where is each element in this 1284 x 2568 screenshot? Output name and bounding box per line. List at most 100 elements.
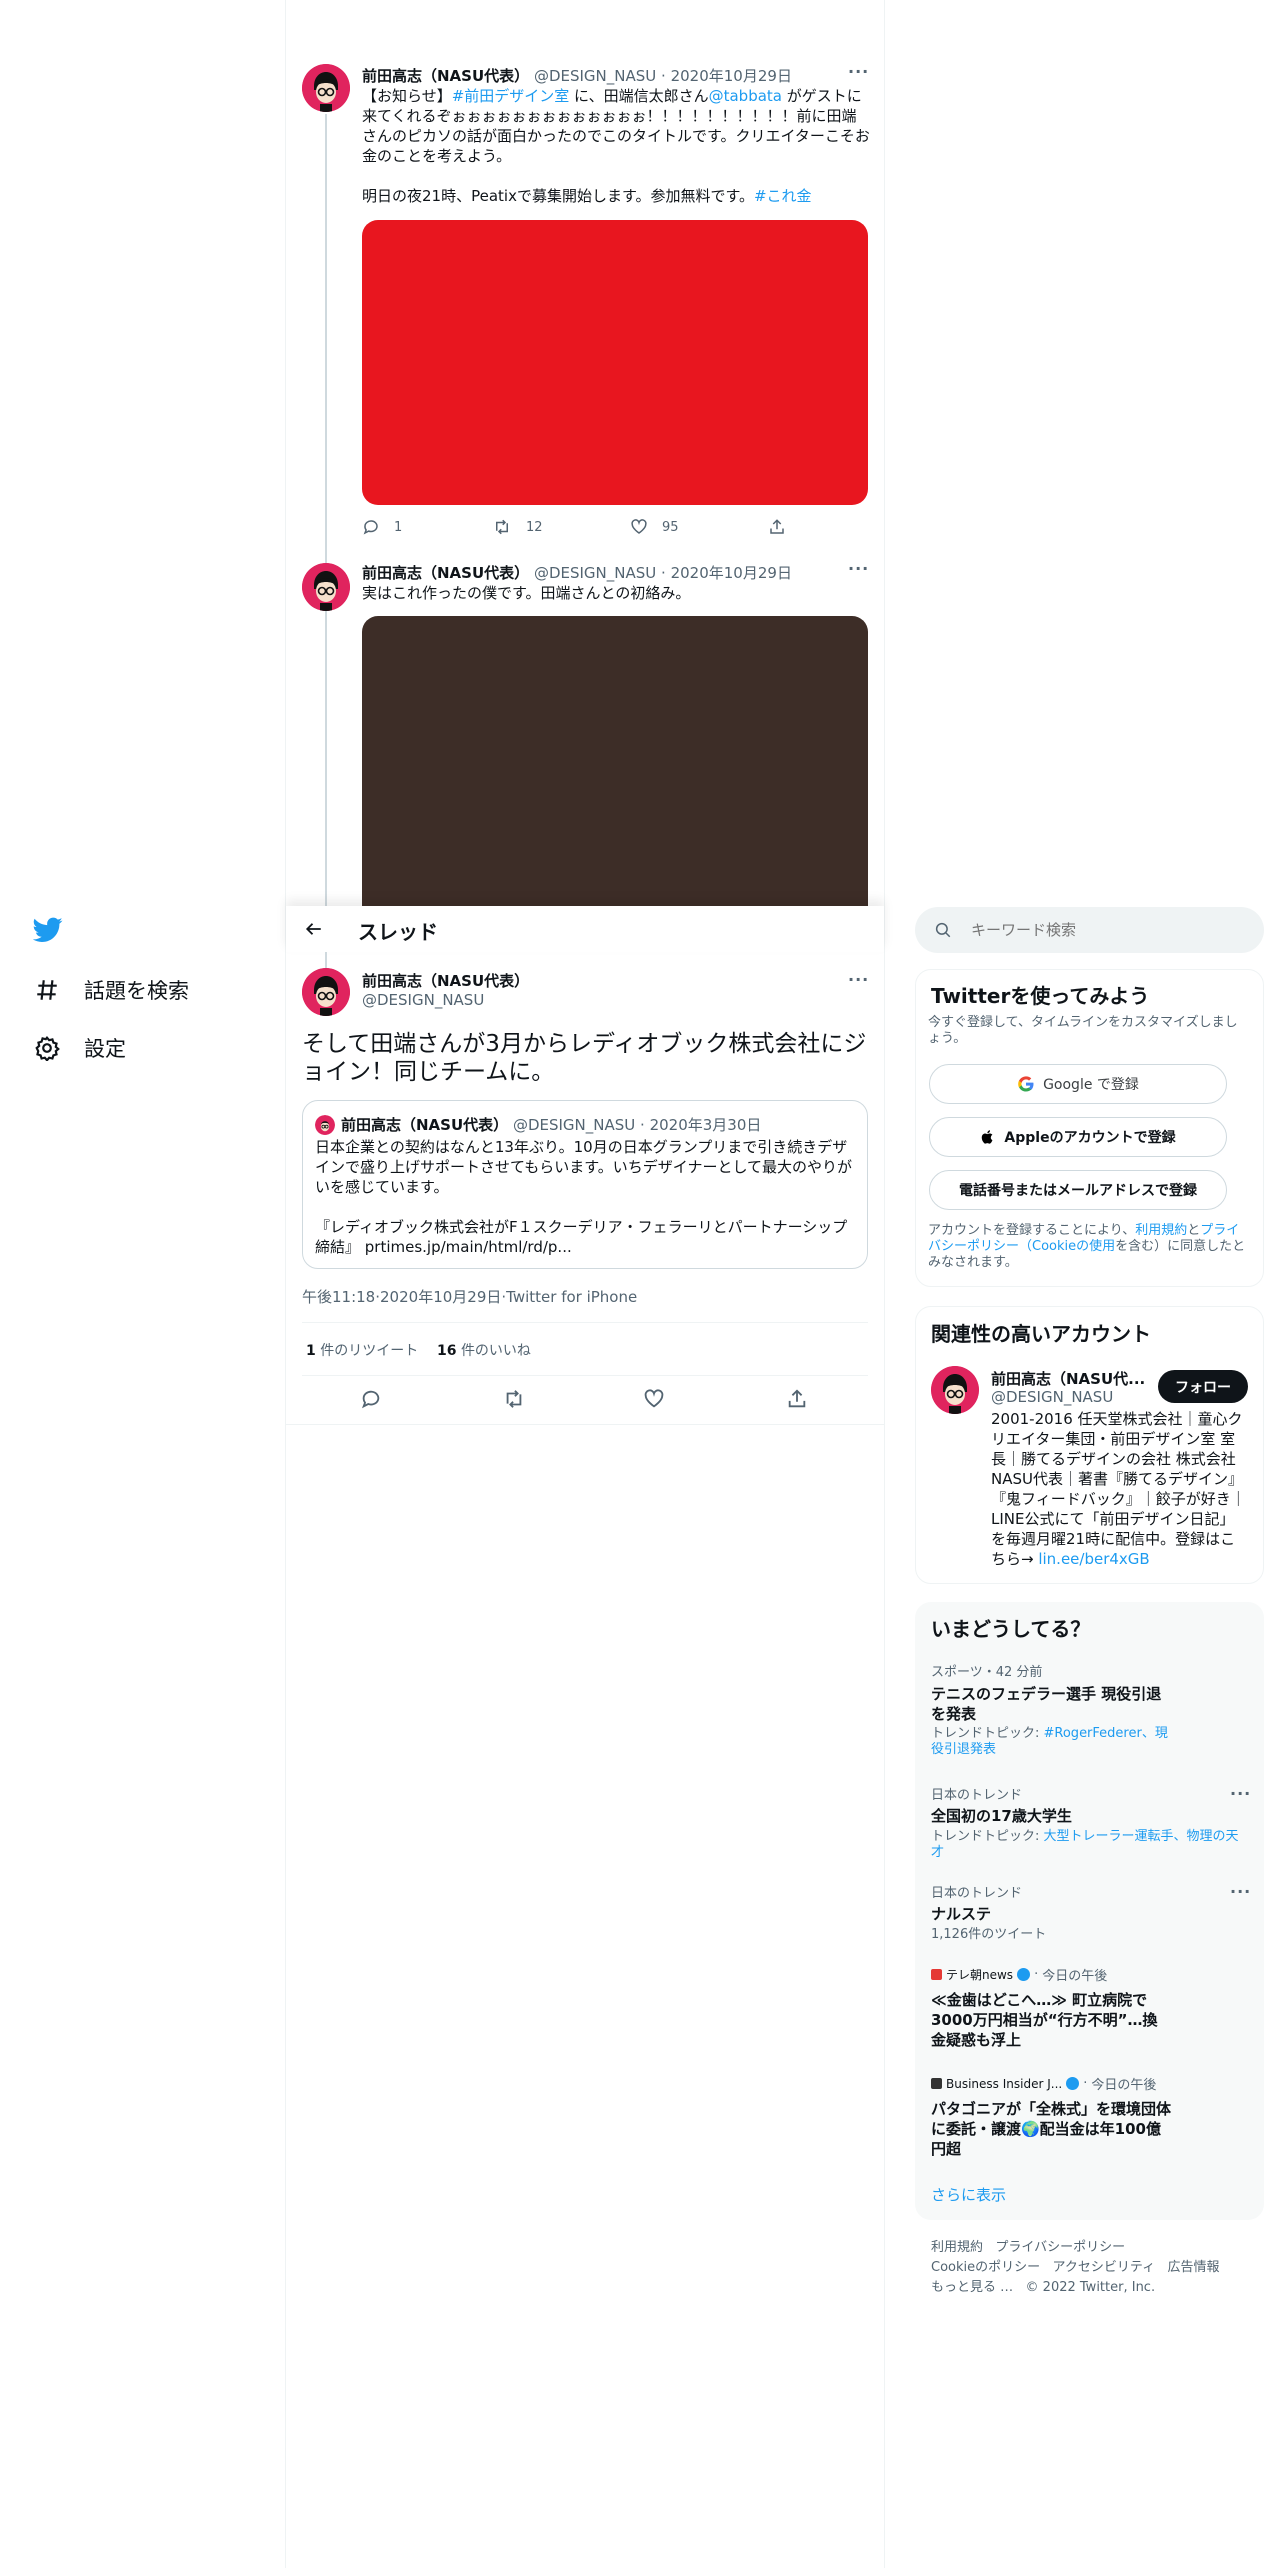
more-options-icon[interactable]: ···: [848, 970, 869, 989]
tweet-timestamp: 午後11:18·2020年10月29日·Twitter for iPhone: [302, 1288, 638, 1306]
tweet-image[interactable]: [362, 220, 868, 505]
hashtag-link[interactable]: #前田デザイン室: [452, 87, 570, 105]
retweet-icon: [502, 1388, 526, 1410]
trend-item[interactable]: 日本のトレンド ナルステ 1,126件のツイート: [931, 1882, 1191, 1943]
apple-signup-button[interactable]: Appleのアカウントで登録: [929, 1117, 1227, 1157]
footer-link[interactable]: 利用規約: [931, 2240, 983, 2255]
twitter-logo-icon[interactable]: [33, 917, 63, 943]
like-stat[interactable]: 16 件のいいね: [437, 1340, 531, 1360]
retweet-icon: [492, 518, 512, 536]
footer-link[interactable]: もっと見る …: [931, 2280, 1013, 2295]
divider: [286, 1424, 884, 1425]
news-source-logo: [931, 1969, 942, 1980]
signup-subtitle: 今すぐ登録して、タイムラインをカスタマイズしましょう。: [928, 1015, 1238, 1046]
main-tweet-text: そして田端さんが3月からレディオブック株式会社にジョイン！同じチームに。: [302, 1031, 867, 1085]
trends-title: いまどうしてる？: [931, 1617, 1091, 1641]
author-name[interactable]: 前田高志（NASU代表）: [362, 970, 529, 991]
copyright: © 2022 Twitter, Inc.: [1025, 2280, 1156, 2295]
thread-line: [325, 114, 327, 974]
account-handle[interactable]: @DESIGN_NASU: [991, 1388, 1113, 1406]
avatar[interactable]: [931, 1366, 979, 1414]
thread-header: スレッド: [286, 906, 884, 952]
retweet-count: 12: [526, 519, 543, 535]
follow-button[interactable]: フォロー: [1158, 1370, 1248, 1403]
bio-link[interactable]: lin.ee/ber4xGB: [1038, 1550, 1149, 1568]
tweet-header: 前田高志（NASU代表） @DESIGN_NASU · 2020年10月29日: [362, 67, 792, 85]
thread-line: [325, 952, 327, 968]
back-arrow-icon[interactable]: [304, 920, 324, 938]
avatar[interactable]: [302, 968, 350, 1016]
quoted-date: 2020年3月30日: [649, 1116, 762, 1134]
footer-link[interactable]: 広告情報: [1168, 2260, 1220, 2275]
nav-explore[interactable]: 話題を検索: [34, 975, 189, 1005]
avatar[interactable]: [302, 64, 350, 112]
share-icon: [786, 1388, 808, 1410]
footer-link[interactable]: アクセシビリティ: [1053, 2260, 1156, 2275]
show-more-link[interactable]: さらに表示: [931, 2184, 1006, 2205]
search-input[interactable]: [971, 917, 1241, 943]
share-button[interactable]: [768, 518, 786, 536]
more-options-icon[interactable]: ···: [848, 559, 869, 578]
gear-icon: [34, 1035, 60, 1061]
like-button[interactable]: [643, 1388, 665, 1410]
more-options-icon[interactable]: ···: [848, 62, 869, 81]
trend-item[interactable]: スポーツ・42 分前 テニスのフェデラー選手 現役引退を発表 トレンドトピック:…: [931, 1661, 1171, 1758]
tweet-text: 実はこれ作ったの僕です。田端さんとの初絡み。: [362, 584, 691, 602]
news-item[interactable]: テレ朝news · 今日の午後 ≪金歯はどこへ…≫ 町立病院で3000万円相当が“…: [931, 1965, 1171, 2050]
search-bar[interactable]: [915, 907, 1264, 953]
apple-icon: [980, 1128, 996, 1146]
divider: [302, 1322, 868, 1323]
terms-link[interactable]: 利用規約: [1135, 1223, 1187, 1238]
tweet-full-date[interactable]: 2020年10月29日: [380, 1288, 501, 1306]
author-name[interactable]: 前田高志（NASU代表）: [362, 564, 529, 582]
verified-icon: [1017, 1968, 1031, 1981]
avatar[interactable]: [302, 563, 350, 611]
reply-button[interactable]: [360, 1388, 382, 1410]
author-handle[interactable]: @DESIGN_NASU: [534, 564, 656, 582]
author-name[interactable]: 前田高志（NASU代表）: [362, 67, 529, 85]
like-button[interactable]: 95: [630, 518, 679, 536]
trend-item[interactable]: 日本のトレンド 全国初の17歳大学生 トレンドトピック: 大型トレーラー運転手、…: [931, 1784, 1243, 1861]
account-bio: 2001-2016 任天堂株式会社｜童心クリエイター集団・前田デザイン室 室長｜…: [991, 1410, 1246, 1568]
footer-link[interactable]: Cookieのポリシー: [931, 2260, 1040, 2275]
search-icon: [934, 921, 952, 939]
more-options-icon[interactable]: ···: [1230, 1882, 1251, 1901]
news-item[interactable]: Business Insider J... · 今日の午後 パタゴニアが「全株式」…: [931, 2074, 1171, 2159]
like-count: 95: [662, 519, 679, 535]
avatar: [315, 1115, 335, 1135]
footer-link[interactable]: プライバシーポリシー: [995, 2240, 1125, 2255]
mention-link[interactable]: @tabbata: [709, 87, 782, 105]
divider: [302, 1375, 868, 1376]
nav-settings-label: 設定: [84, 1037, 126, 1061]
author-handle[interactable]: @DESIGN_NASU: [362, 991, 484, 1009]
quoted-tweet[interactable]: 前田高志（NASU代表） @DESIGN_NASU · 2020年3月30日 日…: [302, 1100, 868, 1269]
author-handle[interactable]: @DESIGN_NASU: [534, 67, 656, 85]
retweet-button[interactable]: 12: [492, 518, 543, 536]
heart-icon: [630, 518, 648, 536]
tweet-date[interactable]: 2020年10月29日: [671, 564, 792, 582]
hashtag-icon: [34, 977, 60, 1003]
tweet-text: 【お知らせ】#前田デザイン室 に、田端信太郎さん@tabbata がゲストに来て…: [362, 87, 870, 205]
signup-title: Twitterを使ってみよう: [931, 984, 1150, 1008]
nav-settings[interactable]: 設定: [34, 1033, 126, 1063]
tweet-time[interactable]: 午後11:18: [302, 1288, 375, 1306]
reply-count: 1: [394, 519, 403, 535]
hashtag-link[interactable]: #これ金: [754, 187, 812, 205]
news-source-logo: [931, 2078, 942, 2089]
share-icon: [768, 518, 786, 536]
reply-button[interactable]: 1: [362, 518, 402, 536]
account-name[interactable]: 前田高志（NASU代...: [991, 1368, 1145, 1389]
retweet-stat[interactable]: 1 件のリツイート: [306, 1340, 418, 1360]
retweet-button[interactable]: [502, 1388, 526, 1410]
verified-icon: [1066, 2077, 1080, 2090]
reply-icon: [362, 518, 380, 536]
phone-email-signup-button[interactable]: 電話番号またはメールアドレスで登録: [929, 1170, 1227, 1210]
more-options-icon[interactable]: ···: [1230, 1784, 1251, 1803]
share-button[interactable]: [786, 1388, 808, 1410]
related-title: 関連性の高いアカウント: [931, 1322, 1151, 1346]
tweet-image[interactable]: [362, 616, 868, 906]
tweet-date[interactable]: 2020年10月29日: [671, 67, 792, 85]
tweet-source[interactable]: Twitter for iPhone: [506, 1288, 637, 1306]
google-signup-button[interactable]: Google で登録: [929, 1064, 1227, 1104]
google-icon: [1017, 1075, 1035, 1093]
